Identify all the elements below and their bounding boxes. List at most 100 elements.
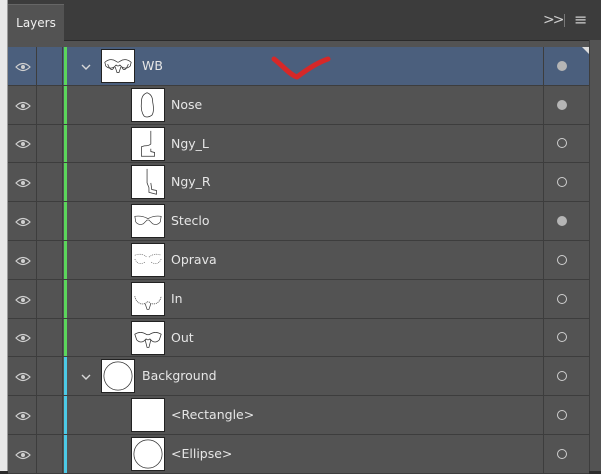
frame-icon xyxy=(131,242,165,277)
layer-name[interactable]: Steclo xyxy=(171,202,210,240)
target-circle-icon[interactable] xyxy=(557,99,567,110)
circle-icon xyxy=(131,436,165,471)
lock-toggle[interactable] xyxy=(36,124,63,163)
target-cell[interactable] xyxy=(543,318,590,357)
eye-icon[interactable] xyxy=(15,410,31,425)
layer-name[interactable]: <Ellipse> xyxy=(171,435,232,473)
lock-toggle[interactable] xyxy=(36,163,63,202)
red-checkmark-annotation xyxy=(271,56,331,80)
layer-row-3[interactable]: Ngy_R xyxy=(8,163,590,203)
lock-toggle[interactable] xyxy=(36,279,63,318)
frame-inner-icon xyxy=(131,281,165,316)
lock-toggle[interactable] xyxy=(36,396,63,434)
target-circle-icon[interactable] xyxy=(557,60,567,71)
layer-color-bar xyxy=(64,279,67,318)
eye-icon[interactable] xyxy=(15,255,31,270)
chevron-down-icon[interactable] xyxy=(80,371,92,381)
eye-icon[interactable] xyxy=(15,138,31,153)
collapse-panel-icon[interactable]: >> xyxy=(543,0,565,40)
layer-row-5[interactable]: Oprava xyxy=(8,240,590,280)
target-cell[interactable] xyxy=(543,85,590,124)
target-cell[interactable] xyxy=(543,357,590,396)
eye-icon[interactable] xyxy=(15,177,31,192)
layer-name[interactable]: In xyxy=(171,280,183,318)
target-cell[interactable] xyxy=(543,279,590,318)
layer-row-1[interactable]: Nose xyxy=(8,85,590,125)
layer-row-10[interactable]: <Ellipse> xyxy=(8,434,590,474)
visibility-toggle[interactable] xyxy=(8,434,37,473)
eye-icon[interactable] xyxy=(15,216,31,231)
target-cell[interactable] xyxy=(543,124,590,163)
chevron-down-icon[interactable] xyxy=(80,61,92,71)
target-cell[interactable] xyxy=(543,47,590,85)
circle-icon xyxy=(101,359,135,394)
layer-row-4[interactable]: Steclo xyxy=(8,202,589,241)
eye-icon[interactable] xyxy=(15,332,31,347)
layer-name[interactable]: Ngy_R xyxy=(171,163,211,201)
target-circle-icon[interactable] xyxy=(557,410,567,421)
eye-icon[interactable] xyxy=(15,371,31,386)
target-circle-icon[interactable] xyxy=(557,371,567,382)
header-separator xyxy=(564,14,565,27)
layer-name[interactable]: <Rectangle> xyxy=(171,396,254,434)
layer-name[interactable]: Ngy_L xyxy=(171,125,209,163)
layer-row-7[interactable]: Out xyxy=(8,318,590,358)
target-cell[interactable] xyxy=(543,163,590,202)
layer-color-bar xyxy=(64,318,67,357)
layer-row-6[interactable]: In xyxy=(8,279,590,319)
target-circle-icon[interactable] xyxy=(557,448,567,459)
tab-layers[interactable]: Layers xyxy=(8,4,64,41)
visibility-toggle[interactable] xyxy=(8,202,37,240)
layer-name[interactable]: Out xyxy=(171,319,194,357)
lenses-icon xyxy=(131,204,165,239)
lock-toggle[interactable] xyxy=(36,85,63,124)
visibility-toggle[interactable] xyxy=(8,124,37,163)
layer-name[interactable]: Oprava xyxy=(171,241,217,279)
visibility-toggle[interactable] xyxy=(8,318,37,357)
layer-row-9[interactable]: <Rectangle> xyxy=(8,396,589,435)
eye-icon[interactable] xyxy=(15,100,31,115)
eye-icon[interactable] xyxy=(15,294,31,309)
target-circle-icon[interactable] xyxy=(557,216,567,227)
visibility-toggle[interactable] xyxy=(8,85,37,124)
lock-toggle[interactable] xyxy=(36,202,63,240)
layer-color-bar xyxy=(64,47,67,85)
target-cell[interactable] xyxy=(543,240,590,279)
scrollbar[interactable] xyxy=(589,40,601,471)
visibility-toggle[interactable] xyxy=(8,396,37,434)
layer-row-2[interactable]: Ngy_L xyxy=(8,124,590,164)
lock-toggle[interactable] xyxy=(36,47,63,85)
layer-row-8[interactable]: Background xyxy=(8,357,590,397)
visibility-toggle[interactable] xyxy=(8,240,37,279)
target-circle-icon[interactable] xyxy=(557,254,567,265)
lock-toggle[interactable] xyxy=(36,357,63,396)
glasses-front-icon xyxy=(101,49,135,83)
blank-icon xyxy=(131,398,165,433)
layer-name[interactable]: WB xyxy=(142,47,163,85)
visibility-toggle[interactable] xyxy=(8,357,37,396)
layer-color-bar xyxy=(64,163,67,202)
layer-color-bar xyxy=(64,357,67,396)
target-cell[interactable] xyxy=(543,396,590,434)
visibility-toggle[interactable] xyxy=(8,47,37,85)
target-circle-icon[interactable] xyxy=(557,293,567,304)
visibility-toggle[interactable] xyxy=(8,279,37,318)
lock-toggle[interactable] xyxy=(36,434,63,473)
target-cell[interactable] xyxy=(543,202,590,240)
layers-list: WB Nose Ngy_L Ngy_R Steclo Oprava In Out Backgro… xyxy=(8,47,590,474)
visibility-toggle[interactable] xyxy=(8,163,37,202)
lock-toggle[interactable] xyxy=(36,318,63,357)
hamburger-menu-icon[interactable]: ≡ xyxy=(574,0,587,40)
temple-left-icon xyxy=(131,126,165,161)
target-circle-icon[interactable] xyxy=(557,332,567,343)
target-circle-icon[interactable] xyxy=(557,177,567,188)
frame-outer-icon xyxy=(131,320,165,355)
target-circle-icon[interactable] xyxy=(557,138,567,149)
layer-name[interactable]: Nose xyxy=(171,86,202,124)
layer-name[interactable]: Background xyxy=(142,357,217,395)
eye-icon[interactable] xyxy=(15,449,31,464)
eye-icon[interactable] xyxy=(15,61,31,76)
lock-toggle[interactable] xyxy=(36,240,63,279)
left-edge xyxy=(0,0,8,471)
target-cell[interactable] xyxy=(543,434,590,473)
